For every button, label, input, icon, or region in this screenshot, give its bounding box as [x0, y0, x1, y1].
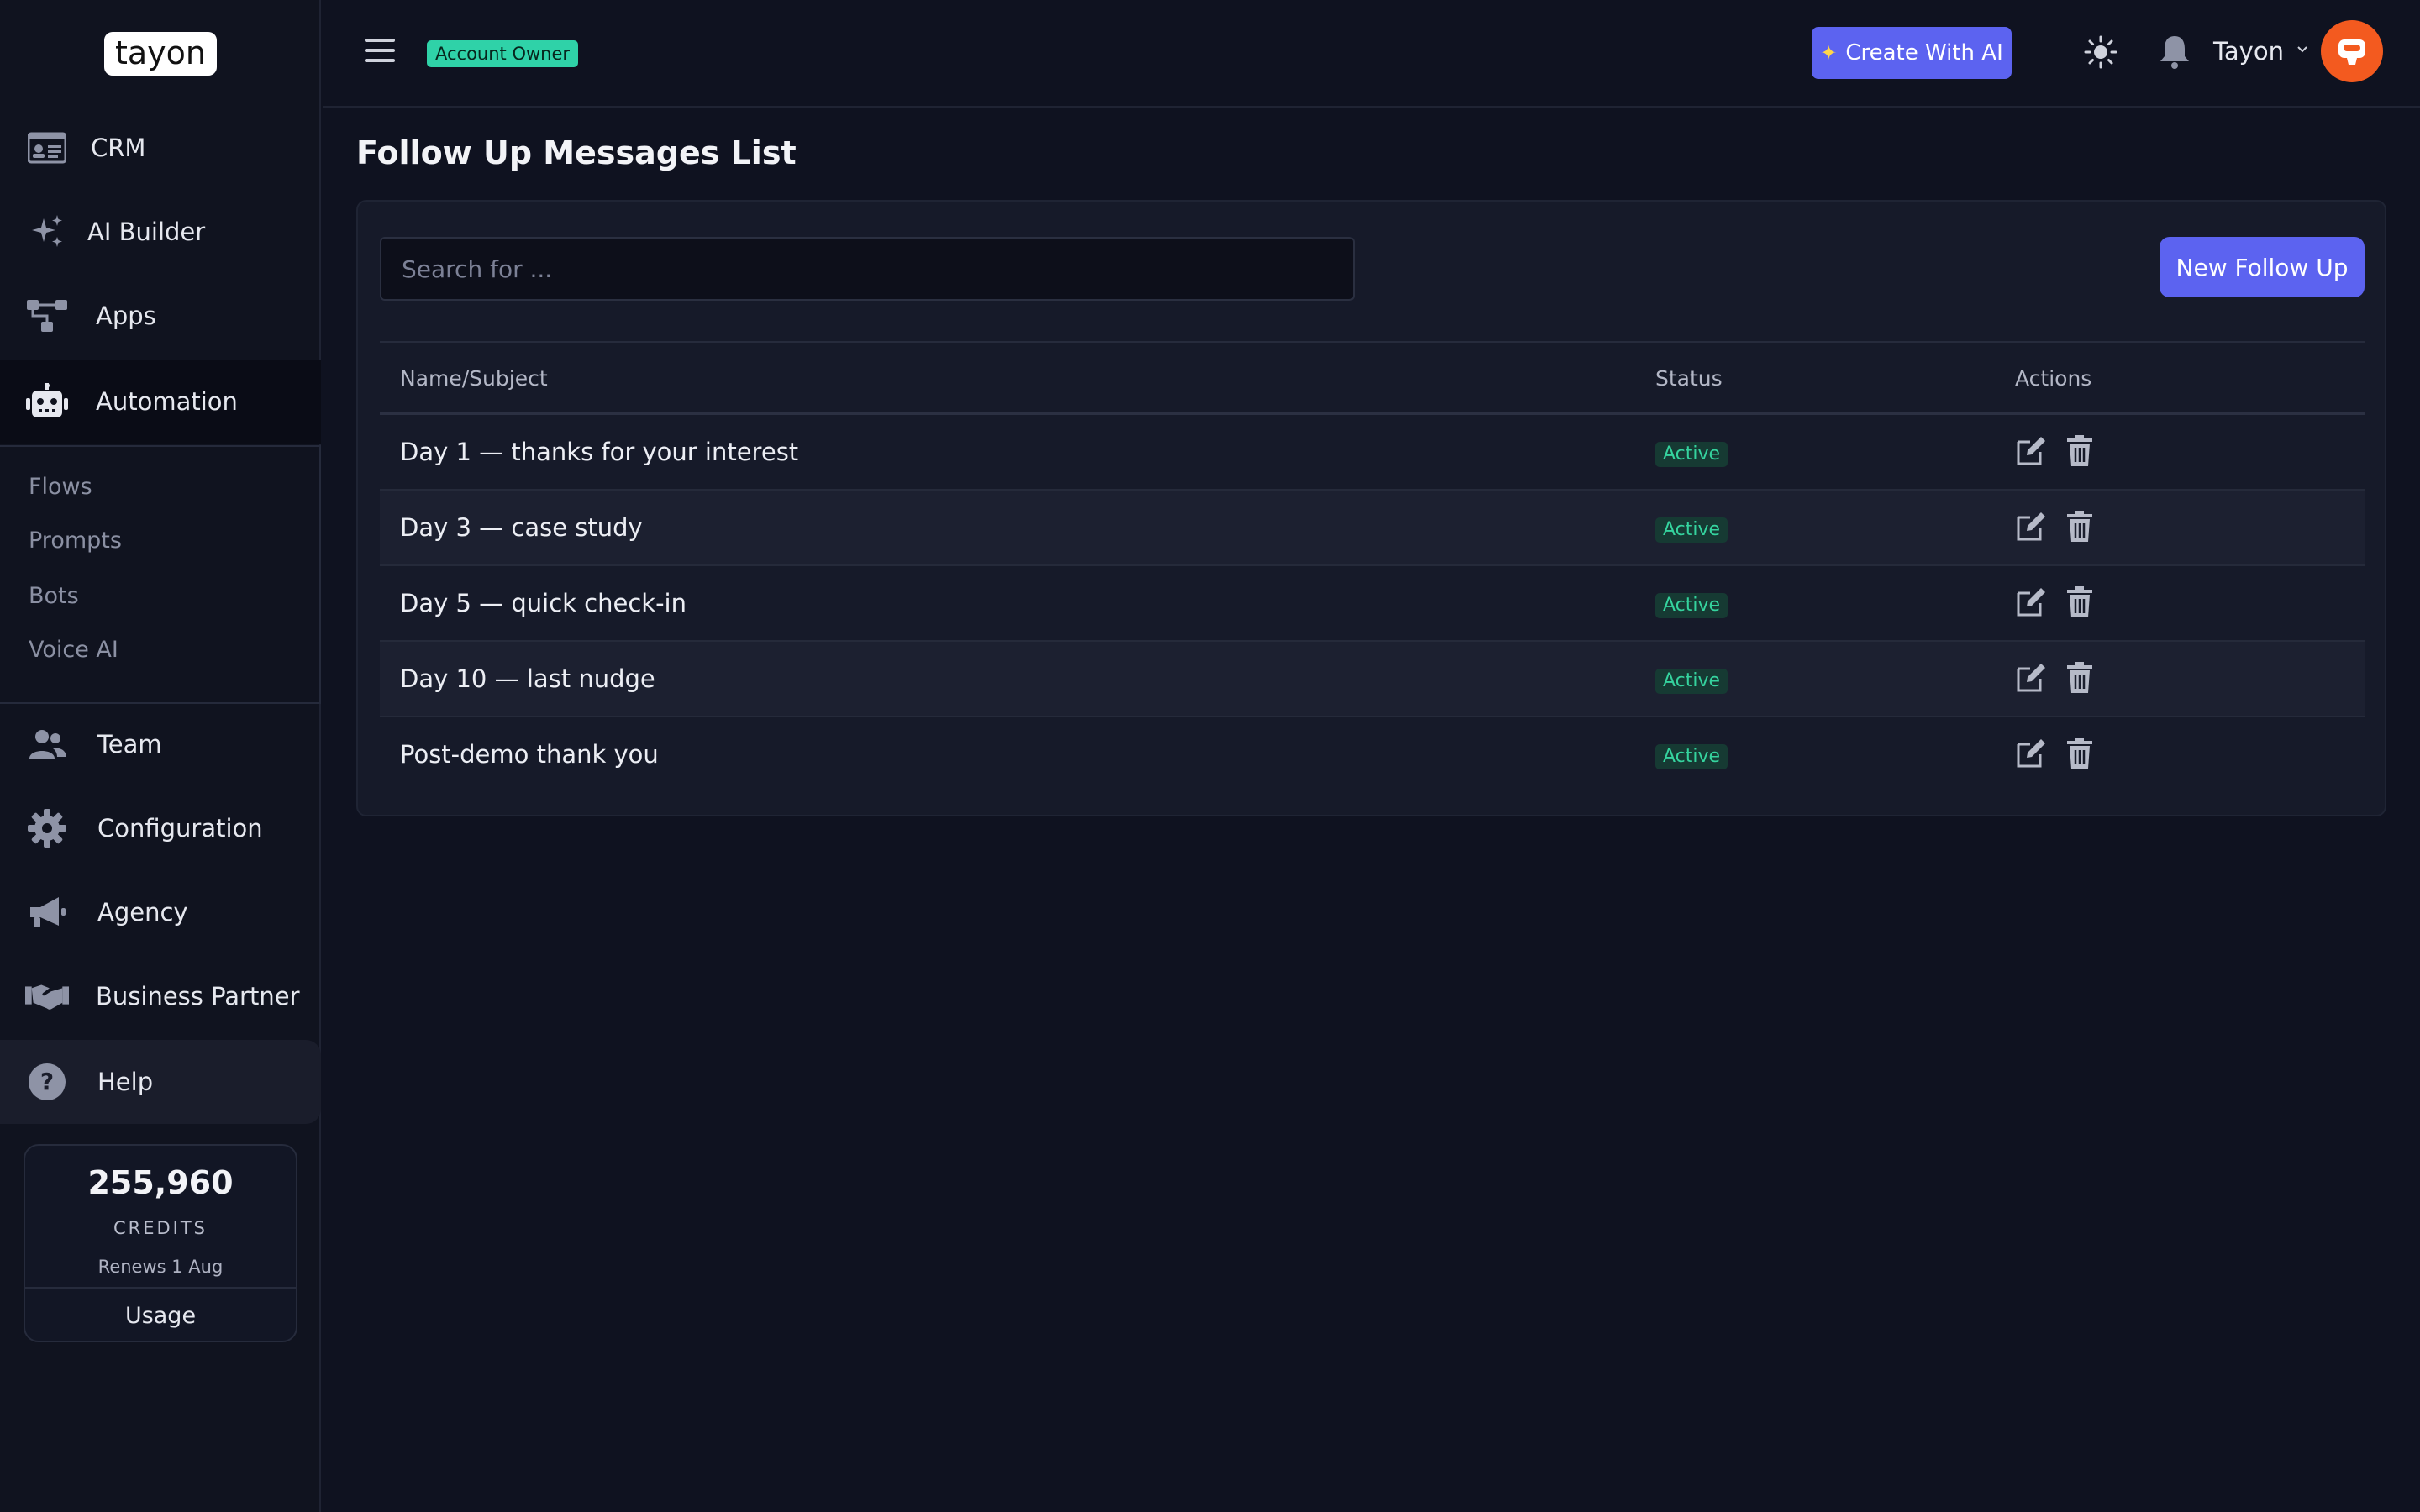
chevron-down-icon[interactable]: [2296, 42, 2309, 55]
status-badge: Active: [1655, 517, 1728, 543]
row-name: Day 5 — quick check-in: [400, 589, 687, 617]
status-badge: Active: [1655, 669, 1728, 694]
trash-icon[interactable]: [2065, 435, 2099, 469]
tayon-logo[interactable]: tayon: [104, 32, 217, 76]
submenu-item-bots[interactable]: Bots: [29, 583, 79, 609]
table-row: Day 3 — case study Active: [380, 491, 2365, 566]
submenu-item-voice-ai[interactable]: Voice AI: [29, 637, 118, 663]
handshake-icon: [25, 974, 69, 1018]
sidebar-item-label: Apps: [96, 302, 156, 330]
status-badge: Active: [1655, 744, 1728, 769]
sidebar-item-label: AI Builder: [87, 218, 206, 246]
users-icon: [25, 722, 69, 766]
table-row: Post-demo thank you Active: [380, 717, 2365, 793]
trash-icon[interactable]: [2065, 511, 2099, 544]
submenu-item-prompts[interactable]: Prompts: [29, 528, 122, 554]
credits-renewal: Renews 1 Aug: [97, 1257, 224, 1277]
usage-button[interactable]: Usage: [25, 1287, 296, 1342]
sidebar-item-crm[interactable]: CRM: [0, 106, 321, 190]
sidebar-item-agency[interactable]: Agency: [0, 870, 321, 954]
trash-icon[interactable]: [2065, 738, 2099, 771]
table-header: Name/Subject Status Actions: [380, 341, 2365, 415]
sidebar-item-label: Automation: [96, 387, 238, 416]
sidebar-item-help[interactable]: ? Help: [0, 1040, 321, 1124]
edit-icon[interactable]: [2015, 662, 2049, 696]
column-header-status: Status: [1655, 366, 1723, 391]
row-name: Day 10 — last nudge: [400, 664, 655, 693]
row-name: Day 1 — thanks for your interest: [400, 438, 799, 466]
table-row: Day 1 — thanks for your interest Active: [380, 415, 2365, 491]
theme-toggle-sun-icon[interactable]: [2084, 35, 2118, 69]
trash-icon[interactable]: [2065, 586, 2099, 620]
gear-icon: [25, 806, 69, 850]
new-follow-up-button[interactable]: New Follow Up: [2160, 237, 2365, 297]
sidebar-item-label: Help: [97, 1068, 154, 1096]
page-title: Follow Up Messages List: [356, 134, 797, 171]
row-name: Day 3 — case study: [400, 513, 643, 542]
status-badge: Active: [1655, 593, 1728, 618]
sparkles-icon: [25, 210, 69, 254]
trash-icon[interactable]: [2065, 662, 2099, 696]
table-row: Day 5 — quick check-in Active: [380, 566, 2365, 642]
sidebar-item-label: Business Partner: [96, 982, 300, 1011]
edit-icon[interactable]: [2015, 586, 2049, 620]
sidebar-item-business-partner[interactable]: Business Partner: [0, 954, 321, 1038]
column-header-name: Name/Subject: [400, 366, 548, 391]
edit-icon[interactable]: [2015, 738, 2049, 771]
search-input[interactable]: [380, 237, 1355, 301]
sidebar-item-ai-builder[interactable]: AI Builder: [0, 190, 321, 274]
sidebar-item-label: Configuration: [97, 814, 263, 843]
edit-icon[interactable]: [2015, 511, 2049, 544]
follow-ups-table: Name/Subject Status Actions Day 1 — than…: [380, 341, 2365, 793]
credits-card: 255,960 CREDITS Renews 1 Aug Usage: [24, 1144, 297, 1342]
svg-text:?: ?: [40, 1068, 54, 1095]
robot-icon: [25, 380, 69, 423]
submenu-item-flows[interactable]: Flows: [29, 474, 92, 500]
id-card-icon: [25, 126, 69, 170]
credits-amount: 255,960: [87, 1164, 234, 1201]
top-header: Account Owner ✦ Create With AI Tayon: [323, 0, 2420, 108]
sidebar-item-automation[interactable]: Automation: [0, 360, 321, 444]
hamburger-menu-icon[interactable]: [365, 39, 395, 64]
row-name: Post-demo thank you: [400, 740, 659, 769]
avatar[interactable]: [2321, 20, 2383, 82]
user-name[interactable]: Tayon: [2213, 37, 2284, 66]
column-header-actions: Actions: [2015, 366, 2092, 391]
sidebar-item-label: Team: [97, 730, 162, 759]
create-with-ai-button[interactable]: ✦ Create With AI: [1812, 27, 2012, 79]
follow-ups-card: New Follow Up Name/Subject Status Action…: [356, 200, 2386, 816]
create-with-ai-label: Create With AI: [1845, 40, 2003, 66]
sidebar-item-apps[interactable]: Apps: [0, 274, 321, 358]
sitemap-icon: [25, 294, 69, 338]
sidebar-item-label: Agency: [97, 898, 188, 927]
role-badge: Account Owner: [427, 40, 579, 67]
status-badge: Active: [1655, 442, 1728, 467]
automation-submenu: Flows Prompts Bots Voice AI: [0, 445, 321, 704]
sidebar-item-label: CRM: [91, 134, 146, 162]
sidebar-item-configuration[interactable]: Configuration: [0, 786, 321, 870]
question-circle-icon: ?: [25, 1060, 69, 1104]
megaphone-icon: [25, 890, 69, 934]
sidebar: tayon CRM AI Builder Apps Automation Flo…: [0, 0, 321, 1512]
edit-icon[interactable]: [2015, 435, 2049, 469]
table-row: Day 10 — last nudge Active: [380, 642, 2365, 717]
sparkle-icon: ✦: [1820, 41, 1838, 65]
notifications-bell-icon[interactable]: [2158, 34, 2191, 69]
sidebar-item-team[interactable]: Team: [0, 702, 321, 786]
credits-caption: CREDITS: [113, 1218, 208, 1238]
